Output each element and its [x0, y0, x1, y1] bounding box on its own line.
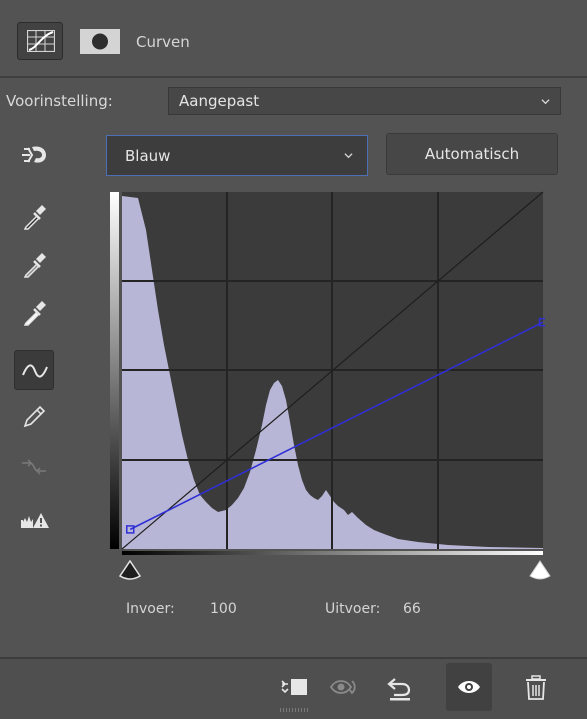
view-previous-state-icon[interactable]: [324, 671, 360, 703]
panel-footer: [0, 657, 587, 719]
resize-grip[interactable]: [280, 708, 308, 712]
output-gradient-bar: [110, 192, 119, 549]
white-point-slider[interactable]: [528, 560, 552, 580]
black-point-eyedropper-icon[interactable]: [14, 197, 54, 237]
chevron-down-icon: [344, 153, 353, 159]
auto-button[interactable]: Automatisch: [386, 133, 558, 175]
curve-points-icon[interactable]: [14, 350, 54, 390]
smooth-curve-icon[interactable]: [14, 447, 54, 487]
on-image-adjust-icon[interactable]: [14, 135, 54, 175]
channel-value: Blauw: [125, 147, 171, 165]
black-point-slider[interactable]: [118, 560, 142, 580]
white-point-eyedropper-icon[interactable]: [14, 293, 54, 333]
output-label: Uitvoer:: [325, 601, 381, 617]
curves-graph[interactable]: [108, 190, 545, 555]
layer-mask-icon[interactable]: [80, 29, 120, 54]
preset-label: Voorinstelling:: [6, 92, 113, 110]
gray-point-eyedropper-icon[interactable]: [14, 245, 54, 285]
reset-icon[interactable]: [380, 671, 416, 703]
input-value: 100: [210, 601, 237, 617]
delete-icon[interactable]: [518, 671, 554, 703]
clip-to-layer-icon[interactable]: [274, 671, 310, 703]
clipping-warning-icon[interactable]: [14, 500, 54, 540]
panel-title: Curven: [136, 33, 190, 51]
curves-properties-panel: Curven Voorinstelling: Aangepast Blauw A…: [0, 0, 587, 719]
preset-dropdown[interactable]: Aangepast: [168, 87, 561, 115]
channel-dropdown[interactable]: Blauw: [106, 135, 368, 176]
preset-value: Aangepast: [179, 92, 260, 110]
curves-adjustment-icon[interactable]: [17, 22, 63, 60]
chevron-down-icon: [541, 99, 550, 105]
panel-header: Curven: [0, 0, 587, 78]
input-gradient-bar: [122, 551, 543, 555]
pencil-draw-icon[interactable]: [14, 397, 54, 437]
output-value: 66: [403, 601, 421, 617]
input-label: Invoer:: [126, 601, 175, 617]
visibility-icon[interactable]: [446, 663, 492, 711]
